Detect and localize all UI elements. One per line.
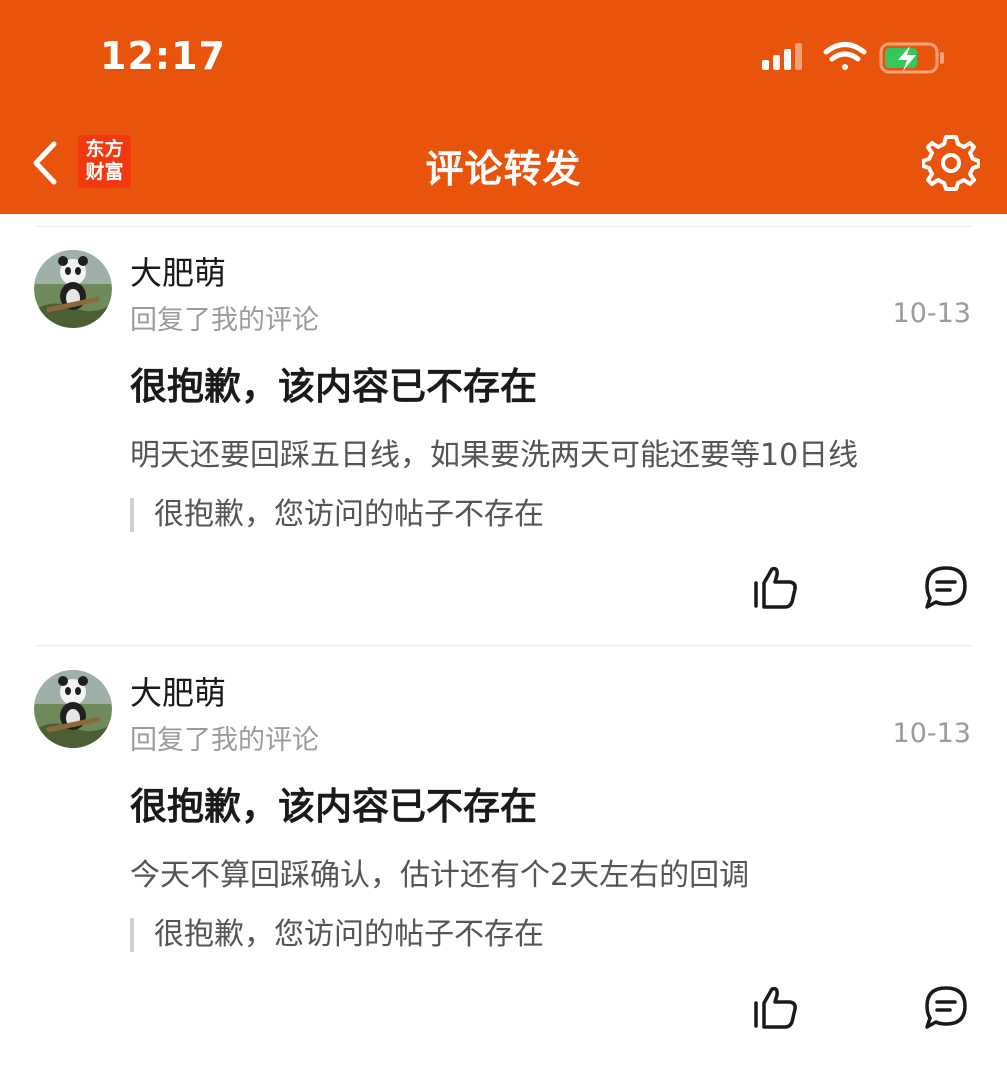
avatar[interactable]	[34, 250, 112, 328]
page-title: 评论转发	[425, 147, 582, 191]
reply-text: 今天不算回踩确认，估计还有个2天左右的回调	[130, 858, 750, 893]
status-icons	[760, 38, 950, 78]
like-button[interactable]	[752, 984, 802, 1030]
reply-text: 明天还要回踩五日线，如果要洗两天可能还要等10日线	[130, 438, 859, 473]
thumbs-up-icon	[754, 566, 797, 609]
divider	[36, 645, 972, 646]
panda-avatar-image	[34, 670, 112, 748]
comment-date: 10-13	[892, 298, 971, 329]
quoted-post[interactable]: 很抱歉，您访问的帖子不存在	[130, 498, 544, 532]
wifi-icon	[823, 42, 867, 70]
panda-avatar-image	[34, 250, 112, 328]
username[interactable]: 大肥萌	[130, 248, 226, 294]
username[interactable]: 大肥萌	[130, 668, 226, 714]
reply-button[interactable]	[922, 984, 970, 1032]
gear-icon	[921, 135, 981, 191]
comment-item[interactable]: 大肥萌 回复了我的评论 10-13 很抱歉，该内容已不存在 今天不算回踩确认，估…	[0, 648, 1007, 1068]
quoted-post[interactable]: 很抱歉，您访问的帖子不存在	[130, 918, 544, 952]
deleted-content-title: 很抱歉，该内容已不存在	[130, 785, 537, 828]
reply-button[interactable]	[922, 564, 970, 612]
deleted-content-title: 很抱歉，该内容已不存在	[130, 365, 537, 408]
status-time: 12:17	[100, 34, 226, 78]
comment-bubble-icon	[925, 986, 967, 1029]
comment-item[interactable]: 大肥萌 回复了我的评论 10-13 很抱歉，该内容已不存在 明天还要回踩五日线，…	[0, 228, 1007, 648]
divider	[36, 226, 972, 227]
reply-action-label: 回复了我的评论	[130, 725, 319, 756]
app-header: 12:17 东方 财富 评论转发	[0, 0, 1007, 214]
settings-button[interactable]	[921, 134, 981, 192]
reply-action-label: 回复了我的评论	[130, 305, 319, 336]
battery-icon	[879, 42, 944, 74]
like-button[interactable]	[752, 564, 802, 610]
comment-date: 10-13	[892, 718, 971, 749]
comment-bubble-icon	[925, 566, 967, 609]
avatar[interactable]	[34, 670, 112, 748]
thumbs-up-icon	[754, 986, 797, 1029]
signal-icon	[762, 43, 802, 70]
